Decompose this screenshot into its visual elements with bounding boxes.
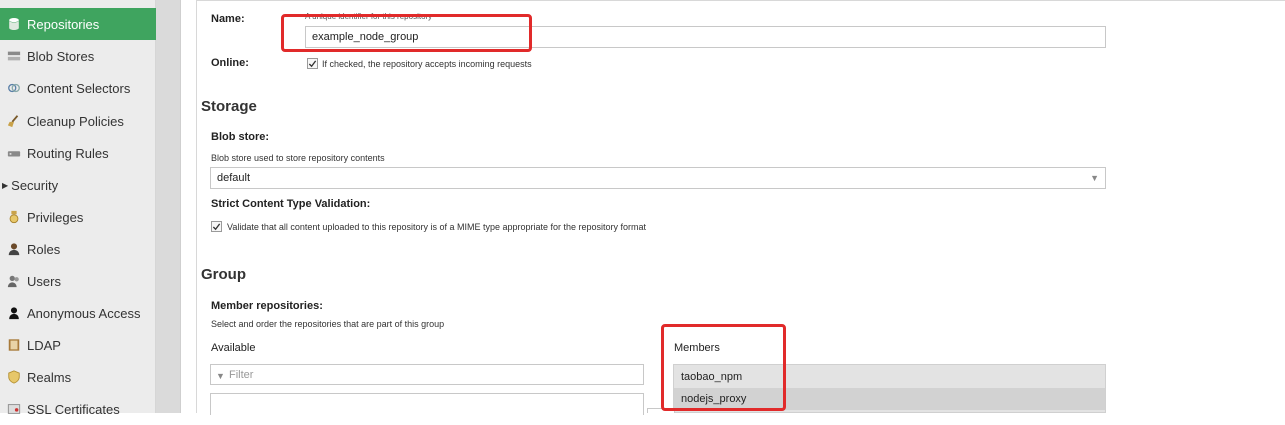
- check-icon: [212, 222, 221, 230]
- strict-validation-checkbox[interactable]: [211, 221, 222, 232]
- sidebar-item-repositories[interactable]: Repositories: [0, 8, 156, 40]
- available-label: Available: [211, 342, 256, 354]
- sidebar-item-label: Repositories: [27, 16, 100, 32]
- blob-store-label: Blob store:: [211, 131, 270, 143]
- sidebar-item-ldap[interactable]: LDAP: [0, 329, 156, 361]
- repository-form: Name: A unique identifier for this repos…: [181, 0, 1285, 415]
- check-icon: [308, 59, 317, 67]
- database-icon: [6, 16, 22, 32]
- sidebar-item-label: SSL Certificates: [27, 401, 120, 417]
- name-label: Name:: [211, 13, 245, 25]
- sidebar-item-label: Cleanup Policies: [27, 113, 124, 129]
- users-icon: [6, 273, 22, 289]
- user-icon: [6, 305, 22, 321]
- blob-store-help-text: Blob store used to store repository cont…: [211, 153, 385, 163]
- sidebar-item-label: Content Selectors: [27, 80, 131, 96]
- chevron-down-icon: ▼: [1090, 173, 1099, 183]
- storage-heading: Storage: [201, 98, 257, 115]
- sidebar: Repositories Blob Stores Content Selecto…: [0, 0, 156, 417]
- group-heading: Group: [201, 266, 246, 283]
- filter-input[interactable]: ▼ Filter: [210, 364, 644, 385]
- sidebar-item-label: Realms: [27, 369, 72, 385]
- strict-validation-help-text: Validate that all content uploaded to th…: [227, 222, 647, 232]
- broom-icon: [6, 113, 22, 129]
- filter-icon: ▼: [216, 371, 225, 381]
- sidebar-item-realms[interactable]: Realms: [0, 361, 156, 393]
- sidebar-item-roles[interactable]: Roles: [0, 233, 156, 265]
- sidebar-item-privileges[interactable]: Privileges: [0, 201, 156, 233]
- router-icon: [6, 145, 22, 161]
- medal-icon: [6, 209, 22, 225]
- sidebar-item-label: Roles: [27, 241, 61, 257]
- member-repositories-help-text: Select and order the repositories that a…: [211, 319, 445, 329]
- shield-icon: [6, 369, 22, 385]
- sidebar-item-label: Security: [11, 177, 59, 193]
- sidebar-item-ssl-certificates[interactable]: SSL Certificates: [0, 393, 156, 425]
- sidebar-item-label: Anonymous Access: [27, 305, 141, 321]
- member-repositories-label: Member repositories:: [211, 300, 323, 312]
- book-icon: [6, 337, 22, 353]
- sidebar-item-label: Users: [27, 273, 61, 289]
- online-label: Online:: [211, 57, 249, 69]
- certificate-icon: [6, 401, 22, 417]
- sidebar-item-routing-rules[interactable]: Routing Rules: [0, 137, 156, 169]
- role-icon: [6, 241, 22, 257]
- sidebar-item-blob-stores[interactable]: Blob Stores: [0, 40, 156, 72]
- caret-right-icon: ▶: [2, 180, 9, 190]
- sidebar-item-label: Routing Rules: [27, 145, 109, 161]
- sidebar-item-content-selectors[interactable]: Content Selectors: [0, 72, 156, 104]
- sidebar-item-label: Privileges: [27, 209, 84, 225]
- sidebar-item-label: LDAP: [27, 337, 61, 353]
- highlight-name-box: [281, 14, 532, 52]
- sidebar-item-users[interactable]: Users: [0, 265, 156, 297]
- server-icon: [6, 48, 22, 64]
- sidebar-item-anonymous-access[interactable]: Anonymous Access: [0, 297, 156, 329]
- online-help-text: If checked, the repository accepts incom…: [322, 59, 532, 69]
- selector-icon: [6, 80, 22, 96]
- blob-store-value: default: [217, 172, 251, 184]
- sidebar-group-security[interactable]: ▶ Security: [0, 169, 156, 201]
- highlight-members-box: [661, 324, 786, 411]
- sidebar-item-label: Blob Stores: [27, 48, 95, 64]
- strict-validation-label: Strict Content Type Validation:: [211, 198, 371, 210]
- sidebar-item-cleanup-policies[interactable]: Cleanup Policies: [0, 105, 156, 137]
- filter-placeholder: Filter: [229, 369, 254, 381]
- available-list[interactable]: [210, 393, 644, 415]
- sidebar-splitter[interactable]: [156, 0, 181, 413]
- online-checkbox[interactable]: [307, 58, 318, 69]
- blob-store-select[interactable]: default ▼: [210, 167, 1106, 189]
